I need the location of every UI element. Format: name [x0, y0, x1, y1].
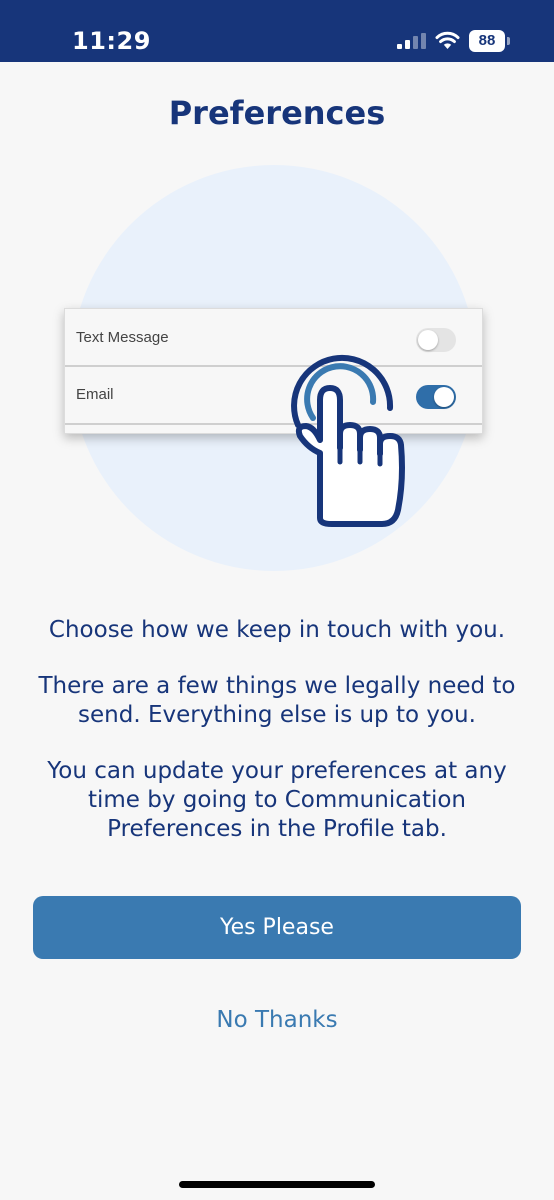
yes-please-button[interactable]: Yes Please — [33, 896, 521, 959]
status-bar: 11:29 88 — [0, 0, 554, 62]
hero-circle — [71, 165, 477, 571]
page-title: Preferences — [168, 94, 386, 132]
toggle-knob — [434, 387, 454, 407]
toggle-on-icon — [416, 385, 456, 409]
preview-row-text-message: Text Message — [65, 309, 482, 367]
toggle-off-icon — [416, 328, 456, 352]
settings-preview-card: Text Message Email — [64, 308, 483, 434]
signal-icon — [397, 33, 426, 49]
preview-row-label: Text Message — [76, 329, 169, 346]
status-time: 11:29 — [72, 27, 151, 55]
intro-text: Choose how we keep in touch with you. — [48, 617, 506, 643]
update-preferences-text: You can update your preferences at any t… — [47, 758, 507, 842]
hand-pointer-tap-icon — [291, 354, 405, 527]
no-thanks-button[interactable]: No Thanks — [160, 1000, 394, 1040]
battery-tip — [507, 37, 510, 45]
battery-icon: 88 — [469, 30, 505, 52]
legal-notice-text: There are a few things we legally need t… — [38, 673, 516, 728]
preview-row-email: Email — [65, 367, 482, 425]
wifi-icon — [435, 31, 460, 49]
preview-row-label: Email — [76, 386, 114, 403]
toggle-knob — [418, 330, 438, 350]
home-indicator — [179, 1181, 375, 1188]
